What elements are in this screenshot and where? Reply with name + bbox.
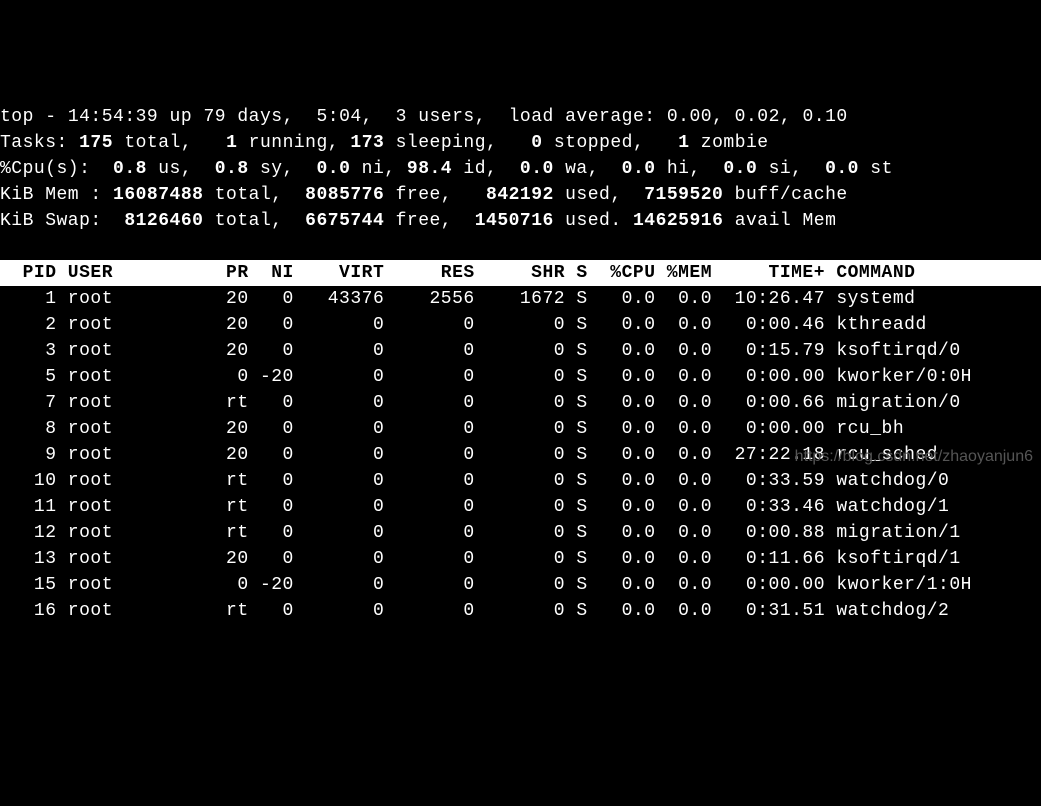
summary-swap: KiB Swap: 8126460 total, 6675744 free, 1…: [0, 208, 1041, 234]
process-row: 16 root rt 0 0 0 0 S 0.0 0.0 0:31.51 wat…: [0, 598, 1041, 624]
process-row: 10 root rt 0 0 0 0 S 0.0 0.0 0:33.59 wat…: [0, 468, 1041, 494]
summary-cpu: %Cpu(s): 0.8 us, 0.8 sy, 0.0 ni, 98.4 id…: [0, 156, 1041, 182]
summary-mem: KiB Mem : 16087488 total, 8085776 free, …: [0, 182, 1041, 208]
process-row: 12 root rt 0 0 0 0 S 0.0 0.0 0:00.88 mig…: [0, 520, 1041, 546]
process-row: 7 root rt 0 0 0 0 S 0.0 0.0 0:00.66 migr…: [0, 390, 1041, 416]
process-row: 13 root 20 0 0 0 0 S 0.0 0.0 0:11.66 kso…: [0, 546, 1041, 572]
summary-tasks: Tasks: 175 total, 1 running, 173 sleepin…: [0, 130, 1041, 156]
process-row: 2 root 20 0 0 0 0 S 0.0 0.0 0:00.46 kthr…: [0, 312, 1041, 338]
process-row: 1 root 20 0 43376 2556 1672 S 0.0 0.0 10…: [0, 286, 1041, 312]
terminal-output: top - 14:54:39 up 79 days, 5:04, 3 users…: [0, 104, 1041, 624]
column-headers: PID USER PR NI VIRT RES SHR S %CPU %MEM …: [0, 260, 1041, 286]
blank-line: [0, 234, 1041, 260]
process-row: 11 root rt 0 0 0 0 S 0.0 0.0 0:33.46 wat…: [0, 494, 1041, 520]
summary-uptime: top - 14:54:39 up 79 days, 5:04, 3 users…: [0, 104, 1041, 130]
process-row: 3 root 20 0 0 0 0 S 0.0 0.0 0:15.79 ksof…: [0, 338, 1041, 364]
process-row: 8 root 20 0 0 0 0 S 0.0 0.0 0:00.00 rcu_…: [0, 416, 1041, 442]
watermark: https://blog.csdn.net/zhaoyanjun6: [795, 444, 1033, 470]
process-row: 5 root 0 -20 0 0 0 S 0.0 0.0 0:00.00 kwo…: [0, 364, 1041, 390]
process-row: 15 root 0 -20 0 0 0 S 0.0 0.0 0:00.00 kw…: [0, 572, 1041, 598]
